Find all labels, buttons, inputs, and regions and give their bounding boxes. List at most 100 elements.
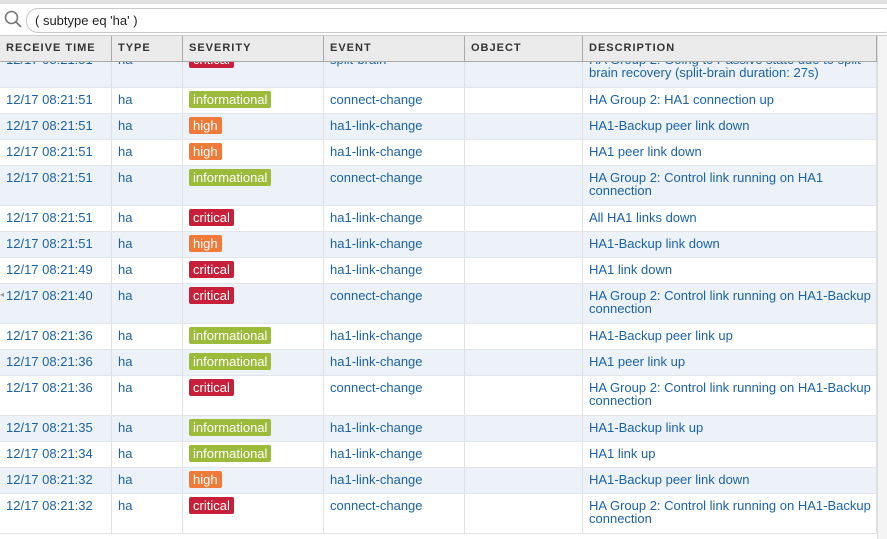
vertical-scrollbar[interactable] <box>877 36 887 539</box>
object-cell <box>465 258 583 283</box>
description-cell: HA1-Backup peer link down <box>583 468 877 493</box>
table-row[interactable]: 12/17 08:21:36 ha critical connect-change HA… <box>0 376 877 416</box>
table-row[interactable]: 12/17 08:21:32 ha high ha1-link-change HA1-B… <box>0 468 877 494</box>
severity-cell: informational <box>183 416 324 441</box>
column-header-description[interactable]: DESCRIPTION <box>583 36 877 61</box>
receive-time-cell: 12/17 08:21:51 <box>0 232 112 257</box>
object-cell <box>465 324 583 349</box>
object-cell <box>465 88 583 113</box>
description-cell: HA1 link down <box>583 258 877 283</box>
column-header-object[interactable]: OBJECT <box>465 36 583 61</box>
table-row[interactable]: 12/17 08:21:51 ha informational connect-cha… <box>0 166 877 206</box>
severity-cell: critical <box>183 258 324 283</box>
description-cell: All HA1 links down <box>583 206 877 231</box>
description-cell: HA Group 2: Control link running on HA1-… <box>583 284 877 323</box>
table-row[interactable]: 12/17 08:21:49 ha critical ha1-link-change H… <box>0 258 877 284</box>
object-cell <box>465 284 583 323</box>
description-cell: HA1-Backup link up <box>583 416 877 441</box>
severity-cell: informational <box>183 350 324 375</box>
object-cell <box>465 494 583 533</box>
severity-cell: informational <box>183 166 324 205</box>
receive-time-cell: 12/17 08:21:51 <box>0 206 112 231</box>
type-cell: ha <box>112 324 183 349</box>
description-cell: HA1-Backup peer link up <box>583 324 877 349</box>
severity-badge: informational <box>189 169 272 186</box>
severity-cell: informational <box>183 88 324 113</box>
type-cell: ha <box>112 284 183 323</box>
table-body: 12/17 08:21:51hacriticalsplit-brainHA Gr… <box>0 48 877 534</box>
type-cell: ha <box>112 416 183 441</box>
event-cell: ha1-link-change <box>324 206 465 231</box>
severity-badge: informational <box>189 327 272 344</box>
severity-cell: high <box>183 468 324 493</box>
event-cell: connect-change <box>324 494 465 533</box>
event-cell: connect-change <box>324 88 465 113</box>
severity-cell: critical <box>183 494 324 533</box>
receive-time-cell: 12/17 08:21:49 <box>0 258 112 283</box>
object-cell <box>465 140 583 165</box>
description-cell: HA1 link up <box>583 442 877 467</box>
receive-time-cell: 12/17 08:21:35 <box>0 416 112 441</box>
severity-badge: informational <box>189 91 272 108</box>
type-cell: ha <box>112 232 183 257</box>
event-cell: ha1-link-change <box>324 416 465 441</box>
description-cell: HA Group 2: Control link running on HA1-… <box>583 494 877 533</box>
severity-cell: critical <box>183 206 324 231</box>
event-cell: ha1-link-change <box>324 114 465 139</box>
column-header-event[interactable]: EVENT <box>324 36 465 61</box>
type-cell: ha <box>112 376 183 415</box>
receive-time-cell: 12/17 08:21:32 <box>0 468 112 493</box>
description-cell: HA Group 2: Control link running on HA1 … <box>583 166 877 205</box>
type-cell: ha <box>112 140 183 165</box>
object-cell <box>465 350 583 375</box>
severity-cell: high <box>183 232 324 257</box>
table-row[interactable]: 12/17 08:21:36 ha informational ha1-link-ch… <box>0 350 877 376</box>
event-cell: ha1-link-change <box>324 232 465 257</box>
receive-time-cell: 12/17 08:21:32 <box>0 494 112 533</box>
table-row[interactable]: 12/17 08:21:51 ha high ha1-link-change HA1-B… <box>0 114 877 140</box>
resize-handle-icon[interactable]: ◂ <box>0 290 4 304</box>
event-cell: ha1-link-change <box>324 324 465 349</box>
severity-cell: informational <box>183 324 324 349</box>
table-row[interactable]: 12/17 08:21:51 ha high ha1-link-change HA1 p… <box>0 140 877 166</box>
column-header-severity[interactable]: SEVERITY <box>183 36 324 61</box>
filter-input[interactable] <box>26 8 887 33</box>
type-cell: ha <box>112 350 183 375</box>
severity-badge: high <box>189 143 222 160</box>
receive-time-cell: 12/17 08:21:36 <box>0 350 112 375</box>
severity-badge: informational <box>189 353 272 370</box>
column-header-receive-time[interactable]: RECEIVE TIME <box>0 36 112 61</box>
receive-time-cell: 12/17 08:21:40 <box>0 284 112 323</box>
table-row[interactable]: 12/17 08:21:40 ha critical connect-change HA… <box>0 284 877 324</box>
event-cell: ha1-link-change <box>324 442 465 467</box>
table-row[interactable]: 12/17 08:21:35 ha informational ha1-link-ch… <box>0 416 877 442</box>
severity-badge: high <box>189 117 222 134</box>
receive-time-cell: 12/17 08:21:51 <box>0 166 112 205</box>
type-cell: ha <box>112 88 183 113</box>
type-cell: ha <box>112 468 183 493</box>
severity-badge: informational <box>189 445 272 462</box>
description-cell: HA1 peer link up <box>583 350 877 375</box>
search-bar <box>0 0 887 36</box>
description-cell: HA1 peer link down <box>583 140 877 165</box>
table-row[interactable]: 12/17 08:21:36 ha informational ha1-link-ch… <box>0 324 877 350</box>
column-header-type[interactable]: TYPE <box>112 36 183 61</box>
table-row[interactable]: 12/17 08:21:34 ha informational ha1-link-ch… <box>0 442 877 468</box>
table-row[interactable]: 12/17 08:21:32 ha critical connect-change HA… <box>0 494 877 534</box>
search-icon[interactable] <box>4 10 22 28</box>
table-row[interactable]: 12/17 08:21:51 ha informational connect-cha… <box>0 88 877 114</box>
event-cell: ha1-link-change <box>324 258 465 283</box>
severity-cell: high <box>183 114 324 139</box>
object-cell <box>465 416 583 441</box>
severity-badge: high <box>189 235 222 252</box>
type-cell: ha <box>112 166 183 205</box>
log-table: RECEIVE TIME TYPE SEVERITY EVENT OBJECT … <box>0 36 877 539</box>
table-header: RECEIVE TIME TYPE SEVERITY EVENT OBJECT … <box>0 36 877 62</box>
receive-time-cell: 12/17 08:21:51 <box>0 114 112 139</box>
severity-badge: critical <box>189 497 234 514</box>
table-row[interactable]: 12/17 08:21:51 ha critical ha1-link-change A… <box>0 206 877 232</box>
severity-cell: critical <box>183 376 324 415</box>
object-cell <box>465 232 583 257</box>
table-row[interactable]: 12/17 08:21:51 ha high ha1-link-change HA1-B… <box>0 232 877 258</box>
description-cell: HA1-Backup peer link down <box>583 114 877 139</box>
